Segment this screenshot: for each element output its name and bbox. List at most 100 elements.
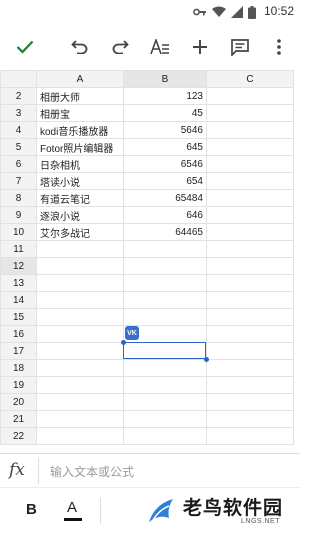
cell-b[interactable] xyxy=(123,291,207,309)
cell-c[interactable] xyxy=(206,172,294,190)
column-header-b[interactable]: B xyxy=(123,70,207,88)
cell-a[interactable] xyxy=(36,376,124,394)
cell-a[interactable] xyxy=(36,308,124,326)
more-options-button[interactable] xyxy=(265,33,293,61)
cell-b[interactable]: 64465 xyxy=(123,223,207,241)
row-number[interactable]: 16 xyxy=(0,325,37,343)
cell-c[interactable] xyxy=(206,376,294,394)
cell-a[interactable] xyxy=(36,359,124,377)
cell-c[interactable] xyxy=(206,206,294,224)
selection-handle-bottom-right[interactable] xyxy=(204,357,209,362)
cell-a[interactable] xyxy=(36,274,124,292)
bold-button[interactable]: B xyxy=(26,501,37,518)
cell-b[interactable]: 6546 xyxy=(123,155,207,173)
row-number[interactable]: 6 xyxy=(0,155,37,173)
cell-b[interactable] xyxy=(123,240,207,258)
cell-b[interactable] xyxy=(123,308,207,326)
cell-b[interactable] xyxy=(123,393,207,411)
row-number[interactable]: 22 xyxy=(0,427,37,445)
cell-c[interactable] xyxy=(206,291,294,309)
cell-a[interactable]: 日杂相机 xyxy=(36,155,124,173)
cell-c[interactable] xyxy=(206,359,294,377)
column-header-a[interactable]: A xyxy=(36,70,124,88)
cell-b[interactable]: 45 xyxy=(123,104,207,122)
done-button[interactable] xyxy=(11,33,39,61)
cell-b[interactable]: 65484 xyxy=(123,189,207,207)
cell-c[interactable] xyxy=(206,410,294,428)
row-number[interactable]: 14 xyxy=(0,291,37,309)
cell-a[interactable]: 相册大师 xyxy=(36,87,124,105)
cell-c[interactable] xyxy=(206,393,294,411)
undo-button[interactable] xyxy=(66,33,94,61)
cell-c[interactable] xyxy=(206,155,294,173)
cell-b[interactable]: 645 xyxy=(123,138,207,156)
row-number[interactable]: 12 xyxy=(0,257,37,275)
cell-a[interactable] xyxy=(36,427,124,445)
row-number[interactable]: 7 xyxy=(0,172,37,190)
cell-c[interactable] xyxy=(206,240,294,258)
cell-b[interactable] xyxy=(123,359,207,377)
column-header-c[interactable]: C xyxy=(206,70,294,88)
cell-c[interactable] xyxy=(206,274,294,292)
fx-icon[interactable]: fx xyxy=(9,460,33,482)
text-color-button[interactable]: A xyxy=(64,498,82,522)
row-number[interactable]: 10 xyxy=(0,223,37,241)
cell-a[interactable] xyxy=(36,257,124,275)
row-number[interactable]: 17 xyxy=(0,342,37,360)
redo-button[interactable] xyxy=(106,33,134,61)
cell-a[interactable]: 相册宝 xyxy=(36,104,124,122)
row-number[interactable]: 3 xyxy=(0,104,37,122)
row-number[interactable]: 19 xyxy=(0,376,37,394)
cell-a[interactable] xyxy=(36,325,124,343)
cell-b[interactable] xyxy=(123,342,207,360)
row-number[interactable]: 9 xyxy=(0,206,37,224)
row-number[interactable]: 13 xyxy=(0,274,37,292)
cell-b[interactable]: 654 xyxy=(123,172,207,190)
cell-a[interactable] xyxy=(36,342,124,360)
cell-c[interactable] xyxy=(206,325,294,343)
cell-c[interactable] xyxy=(206,104,294,122)
cell-a[interactable]: kodi音乐播放器 xyxy=(36,121,124,139)
cell-a[interactable]: Fotor照片编辑器 xyxy=(36,138,124,156)
cell-a[interactable]: 塔读小说 xyxy=(36,172,124,190)
cell-a[interactable] xyxy=(36,291,124,309)
spreadsheet-grid[interactable]: A B C 2 相册大师 123 3 相册宝 45 4 kodi音乐播放器 5646 5 Fotor… xyxy=(0,70,300,450)
insert-button[interactable] xyxy=(186,33,214,61)
cell-c[interactable] xyxy=(206,427,294,445)
cell-c[interactable] xyxy=(206,342,294,360)
vk-icon[interactable]: VK xyxy=(125,326,139,340)
cell-c[interactable] xyxy=(206,138,294,156)
cell-b[interactable]: 123 xyxy=(123,87,207,105)
cell-a[interactable]: 有道云笔记 xyxy=(36,189,124,207)
corner-cell[interactable] xyxy=(0,70,37,88)
comment-button[interactable] xyxy=(226,33,254,61)
cell-a[interactable]: 逐浪小说 xyxy=(36,206,124,224)
cell-a[interactable] xyxy=(36,410,124,428)
text-format-button[interactable] xyxy=(146,33,174,61)
cell-b[interactable] xyxy=(123,376,207,394)
cell-b[interactable] xyxy=(123,410,207,428)
cell-b[interactable]: 646 xyxy=(123,206,207,224)
row-number[interactable]: 5 xyxy=(0,138,37,156)
row-number[interactable]: 11 xyxy=(0,240,37,258)
cell-c[interactable] xyxy=(206,121,294,139)
selection-handle-top-left[interactable] xyxy=(121,340,126,345)
row-number[interactable]: 18 xyxy=(0,359,37,377)
row-number[interactable]: 15 xyxy=(0,308,37,326)
cell-c[interactable] xyxy=(206,189,294,207)
row-number[interactable]: 21 xyxy=(0,410,37,428)
row-number[interactable]: 20 xyxy=(0,393,37,411)
cell-b[interactable] xyxy=(123,427,207,445)
cell-b[interactable] xyxy=(123,274,207,292)
formula-input[interactable]: 输入文本或公式 xyxy=(50,463,134,480)
cell-b[interactable] xyxy=(123,257,207,275)
row-number[interactable]: 2 xyxy=(0,87,37,105)
cell-c[interactable] xyxy=(206,223,294,241)
cell-a[interactable] xyxy=(36,393,124,411)
cell-b[interactable]: 5646 xyxy=(123,121,207,139)
cell-a[interactable] xyxy=(36,240,124,258)
row-number[interactable]: 4 xyxy=(0,121,37,139)
cell-c[interactable] xyxy=(206,87,294,105)
row-number[interactable]: 8 xyxy=(0,189,37,207)
cell-a[interactable]: 艾尔多战记 xyxy=(36,223,124,241)
